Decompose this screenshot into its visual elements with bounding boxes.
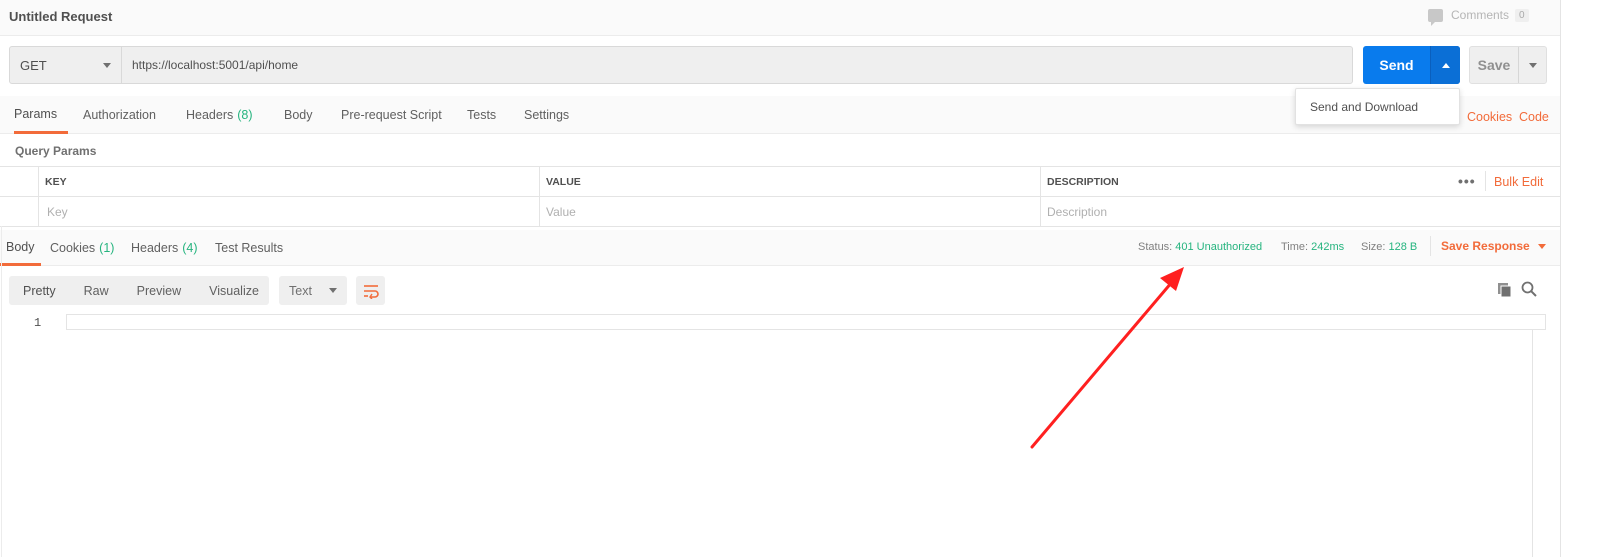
save-options-button[interactable] <box>1518 47 1546 83</box>
table-header-row: KEY VALUE DESCRIPTION <box>0 167 1560 197</box>
save-response-button[interactable]: Save Response <box>1441 239 1546 253</box>
column-header-description: DESCRIPTION <box>1040 167 1448 197</box>
mode-visualize[interactable]: Visualize <box>195 276 273 305</box>
mode-pretty[interactable]: Pretty <box>9 276 70 305</box>
query-params-table: KEY VALUE DESCRIPTION Key Value Descript… <box>0 166 1560 227</box>
tab-response-cookies[interactable]: Cookies (1) <box>50 230 114 266</box>
editor-scrollbar-track <box>1532 330 1533 557</box>
view-mode-group: Pretty Raw Preview Visualize <box>9 276 269 305</box>
tab-label: Settings <box>524 108 570 122</box>
tab-label: Cookies <box>50 241 96 255</box>
code-link[interactable]: Code <box>1519 110 1549 124</box>
mode-raw[interactable]: Raw <box>70 276 123 305</box>
send-button-group: Send <box>1363 46 1460 84</box>
chevron-down-icon <box>1528 62 1537 68</box>
request-header: Untitled Request Comments 0 <box>0 0 1560 36</box>
value-input[interactable]: Value <box>539 197 1040 227</box>
comment-icon <box>1428 8 1443 26</box>
chevron-down-icon <box>1537 243 1546 249</box>
save-button-group: Save <box>1469 46 1547 84</box>
status-value: 401 Unauthorized <box>1175 241 1263 253</box>
save-response-label: Save Response <box>1441 239 1530 253</box>
status-label: Status: <box>1138 241 1173 253</box>
tab-authorization[interactable]: Authorization <box>83 96 156 134</box>
tab-tests[interactable]: Tests <box>467 96 496 134</box>
size-indicator: Size: 128 B <box>1361 241 1417 253</box>
tab-label: Headers <box>186 108 234 122</box>
url-input[interactable]: https://localhost:5001/api/home <box>122 47 1352 83</box>
tab-count: (1) <box>99 241 115 255</box>
query-params-title: Query Params <box>15 144 97 158</box>
tab-count: (8) <box>237 108 253 122</box>
line-number: 1 <box>34 316 42 330</box>
divider <box>1430 236 1431 256</box>
divider <box>1485 171 1486 191</box>
response-body-editor[interactable] <box>66 314 1546 330</box>
chevron-up-icon <box>1441 62 1450 68</box>
size-value: 128 B <box>1388 241 1418 253</box>
tab-label: Tests <box>467 108 497 122</box>
wrap-lines-button[interactable] <box>356 276 385 305</box>
tab-response-headers[interactable]: Headers (4) <box>131 230 198 266</box>
divider <box>1 226 2 557</box>
tab-body[interactable]: Body <box>284 96 313 134</box>
tab-label: Body <box>284 108 313 122</box>
url-bar: GET https://localhost:5001/api/home <box>9 46 1353 84</box>
method-value: GET <box>20 57 47 73</box>
chevron-down-icon <box>329 288 337 293</box>
tab-label: Params <box>14 106 58 121</box>
cookies-link[interactable]: Cookies <box>1467 110 1512 124</box>
time-value: 242ms <box>1311 241 1345 253</box>
more-options-icon[interactable]: ••• <box>1458 173 1476 189</box>
send-options-button[interactable] <box>1430 46 1460 84</box>
column-header-key: KEY <box>38 167 539 197</box>
description-input[interactable]: Description <box>1040 197 1560 227</box>
tab-label: Pre-request Script <box>341 108 442 122</box>
comments-label: Comments <box>1451 8 1510 22</box>
tab-settings[interactable]: Settings <box>524 96 569 134</box>
send-button[interactable]: Send <box>1363 46 1430 84</box>
format-select[interactable]: Text <box>279 276 347 305</box>
comments-button[interactable]: Comments 0 <box>1428 8 1529 26</box>
table-row: Key Value Description <box>0 197 1560 227</box>
request-title[interactable]: Untitled Request <box>9 9 112 24</box>
key-input[interactable]: Key <box>38 197 539 227</box>
status-indicator: Status: 401 Unauthorized <box>1138 241 1262 253</box>
tab-params[interactable]: Params <box>14 96 68 134</box>
tab-label: Authorization <box>83 108 156 122</box>
tab-count: (4) <box>182 241 198 255</box>
send-and-download-menu-item[interactable]: Send and Download <box>1295 88 1460 125</box>
copy-icon[interactable] <box>1497 282 1513 301</box>
wrap-lines-icon <box>363 284 379 299</box>
tab-label: Test Results <box>215 241 284 255</box>
tab-pre-request-script[interactable]: Pre-request Script <box>341 96 442 134</box>
save-button[interactable]: Save <box>1470 47 1518 83</box>
search-icon[interactable] <box>1521 281 1537 300</box>
tab-label: Headers <box>131 241 179 255</box>
size-label: Size: <box>1361 241 1386 253</box>
format-value: Text <box>289 283 312 298</box>
comments-count: 0 <box>1515 8 1529 22</box>
tab-headers[interactable]: Headers (8) <box>186 96 253 134</box>
time-indicator: Time: 242ms <box>1281 241 1344 253</box>
mode-preview[interactable]: Preview <box>123 276 195 305</box>
column-header-value: VALUE <box>539 167 1040 197</box>
chevron-down-icon <box>103 62 111 68</box>
tab-response-body[interactable]: Body <box>0 230 41 266</box>
method-select[interactable]: GET <box>10 47 122 83</box>
tab-test-results[interactable]: Test Results <box>215 230 283 266</box>
bulk-edit-link[interactable]: Bulk Edit <box>1494 175 1543 189</box>
tab-label: Body <box>6 239 35 254</box>
divider <box>1560 0 1561 557</box>
time-label: Time: <box>1281 241 1309 253</box>
